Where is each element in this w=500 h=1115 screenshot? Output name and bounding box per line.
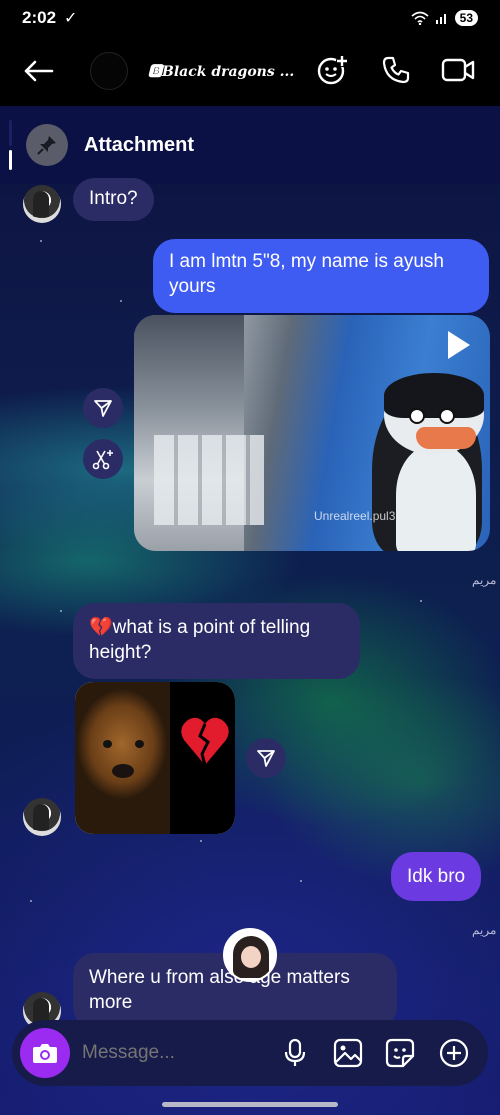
message-bubble-height[interactable]: 💔what is a point of telling height? (73, 603, 360, 679)
chat-title[interactable]: 🅱Black dragons ... (148, 61, 294, 81)
audio-call-button[interactable] (376, 50, 416, 90)
message-text-line2: more (89, 992, 133, 1013)
gesture-navigation-bar[interactable] (162, 1102, 338, 1107)
message-bubble-my-intro[interactable]: I am lmtn 5"8, my name is ayush yours (153, 239, 489, 313)
message-bubble-idk[interactable]: Idk bro (391, 852, 482, 901)
phone-icon (382, 56, 410, 84)
camera-icon (33, 1044, 57, 1063)
sticker-button[interactable] (380, 1033, 420, 1073)
share-button[interactable] (246, 738, 286, 778)
back-button[interactable] (18, 51, 58, 91)
sticker-icon (385, 1038, 415, 1068)
status-bar: 2:02 ✓ 53 (0, 0, 500, 36)
video-watermark: Unrealreel.pul3 (314, 509, 396, 523)
seen-by-label: مريم (472, 923, 497, 937)
camera-button[interactable] (20, 1028, 70, 1078)
status-time: 2:02 (22, 8, 57, 27)
message-text-line2: height? (89, 642, 152, 663)
share-icon (94, 400, 112, 417)
gallery-icon (333, 1038, 363, 1068)
add-effect-icon (317, 55, 348, 85)
status-icons: 53 (411, 10, 478, 26)
message-text: Idk bro (407, 866, 466, 887)
pinned-label: Attachment (84, 133, 195, 156)
video-call-icon (441, 58, 475, 82)
message-text-line2: yours (169, 276, 216, 297)
sender-avatar[interactable] (23, 185, 61, 223)
pin-icon (37, 136, 56, 155)
message-text-line1: I am lmtn 5"8, my name is ayush (169, 251, 444, 272)
shared-image-dog[interactable] (75, 682, 235, 834)
remix-icon (92, 450, 113, 470)
video-call-button[interactable] (438, 50, 478, 90)
message-bubble-intro[interactable]: Intro? (73, 178, 154, 221)
play-icon[interactable] (448, 331, 470, 359)
pin-badge (26, 124, 68, 166)
signal-icon (435, 14, 446, 24)
gallery-button[interactable] (328, 1033, 368, 1073)
message-text: Intro? (89, 188, 138, 209)
back-arrow-icon (24, 60, 54, 82)
battery-indicator: 53 (454, 10, 478, 26)
message-composer (12, 1020, 488, 1086)
pinned-message-bar[interactable]: Attachment (0, 106, 500, 184)
broken-heart-icon (181, 717, 229, 766)
sender-avatar[interactable] (23, 798, 61, 836)
message-input[interactable] (82, 1042, 252, 1064)
typing-user-avatar[interactable] (223, 928, 277, 982)
message-text-line1: 💔what is a point of telling (89, 617, 311, 638)
chat-header: 🅱Black dragons ... (0, 36, 500, 106)
remix-button[interactable] (83, 439, 123, 479)
seen-by-label: مريم (472, 573, 497, 587)
plus-icon (439, 1038, 469, 1068)
mic-icon (284, 1038, 306, 1066)
more-options-button[interactable] (434, 1033, 474, 1073)
wifi-icon (411, 11, 429, 25)
group-avatar[interactable] (90, 52, 128, 90)
effects-button[interactable] (313, 50, 353, 90)
download-check-icon: ✓ (64, 10, 78, 27)
pinned-indicator (9, 120, 12, 170)
share-icon (257, 750, 275, 767)
voice-message-button[interactable] (275, 1033, 315, 1073)
shared-reel-video[interactable]: Unrealreel.pul3 (134, 315, 490, 551)
share-button[interactable] (83, 388, 123, 428)
